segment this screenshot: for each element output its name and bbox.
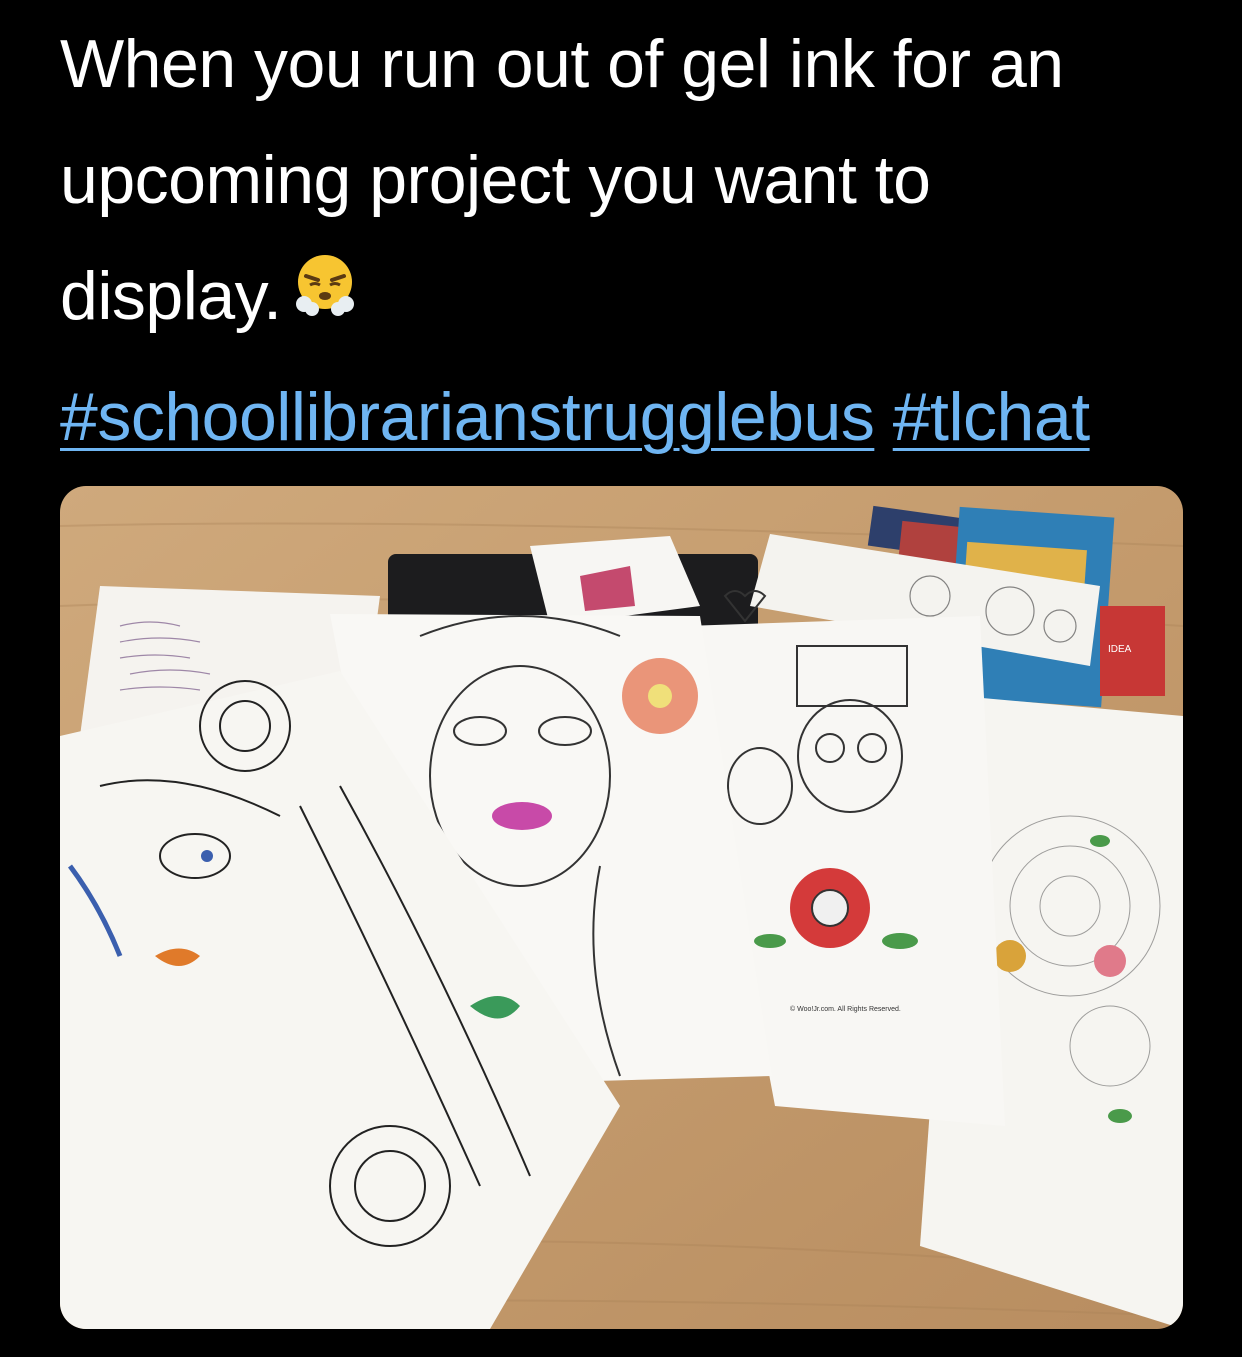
tweet-photo[interactable]: IDEA © Woo!Jr.com. All Rights Reserved.	[60, 486, 1183, 1329]
tweet-hashtags: #schoollibrarianstrugglebus #tlchat	[60, 359, 1200, 475]
tweet-line-3-text: display.	[60, 258, 282, 334]
tweet-line-2: upcoming project you want to	[60, 142, 931, 218]
coloring-pages-photo: IDEA © Woo!Jr.com. All Rights Reserved.	[60, 486, 1183, 1329]
hashtag-tlchat[interactable]: #tlchat	[893, 379, 1090, 455]
tweet-text: When you run out of gel ink for an upcom…	[60, 6, 1200, 475]
hashtag-schoollibrarianstrugglebus[interactable]: #schoollibrarianstrugglebus	[60, 379, 875, 455]
book-spine-label: IDEA	[1108, 644, 1132, 655]
tweet-line-3: display.	[60, 238, 1200, 359]
tweet-line-1: When you run out of gel ink for an	[60, 26, 1064, 102]
photo-watermark: © Woo!Jr.com. All Rights Reserved.	[790, 1005, 901, 1013]
steam-face-emoji-icon	[292, 237, 358, 353]
